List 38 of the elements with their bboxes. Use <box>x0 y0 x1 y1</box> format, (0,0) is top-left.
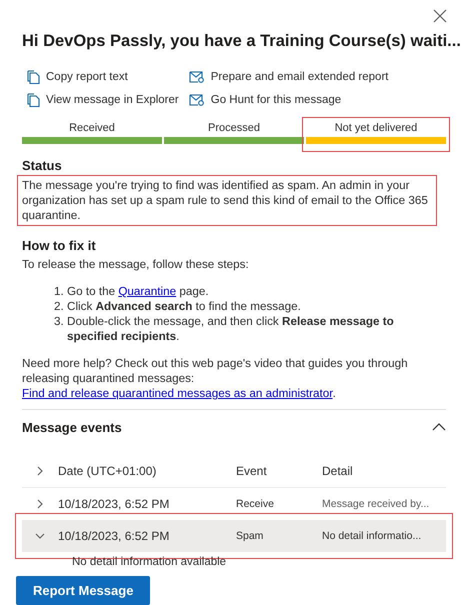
status-text: The message you're trying to find was identified as spam. An admin in your organization has set up a spam rule to send this kind of email to the Office 365 quarantine. <box>17 175 437 226</box>
table-cell-text: Spam <box>236 530 264 542</box>
stage-label: Received <box>69 122 115 134</box>
help-text: Need more help? Check out this web page's video that guides you through releasing quarantined messages: Find and release quarantined messages as an administrator. <box>22 356 409 401</box>
step-text: Click Advanced search to find the message. <box>67 299 301 314</box>
table-cell-text: Message received by... <box>322 498 430 510</box>
action-link[interactable]: Copy report text <box>27 70 179 84</box>
section-heading: Status <box>22 158 63 173</box>
column-header: Date (UTC+01:00) <box>58 464 158 478</box>
dialog-title: Hi DevOps Passly, you have a Training Course(s) waiti... <box>22 31 461 52</box>
quarantine-link[interactable]: Quarantine <box>118 285 176 298</box>
step-number: 2. <box>54 299 65 314</box>
column-header: Event <box>236 464 268 478</box>
table-cell-text: 10/18/2023, 6:52 PM <box>58 497 170 512</box>
instruction-text: To release the message, follow these steps: <box>22 257 250 272</box>
help-link[interactable]: Find and release quarantined messages as an administrator <box>22 387 333 400</box>
section-heading: How to fix it <box>22 238 97 253</box>
mail-settings-icon <box>188 71 205 83</box>
table-cell-text: No detail informatio... <box>322 530 422 542</box>
stage-label: Not yet delivered <box>334 122 418 134</box>
step-number: 3. <box>54 314 65 330</box>
section-heading: Message events <box>22 420 122 435</box>
table-cell-text: 10/18/2023, 6:52 PM <box>58 529 170 544</box>
detail-text: No detail information available <box>72 556 228 568</box>
column-header: Detail <box>322 464 354 478</box>
table-cell-text: Receive <box>236 498 275 510</box>
copy-icon <box>27 93 40 107</box>
report-message-button[interactable]: Report Message <box>16 576 150 605</box>
action-link[interactable]: Go Hunt for this message <box>188 93 388 107</box>
step-number: 1. <box>54 284 65 299</box>
step-text: Go to the Quarantine page. <box>67 284 209 299</box>
copy-icon <box>27 70 40 84</box>
stage-label: Processed <box>208 122 260 134</box>
action-link[interactable]: Prepare and email extended report <box>188 70 388 84</box>
collapse-toggle[interactable] <box>432 422 446 432</box>
step-text: Double-click the message, and then click Release message to specified recipients. <box>67 314 395 344</box>
mail-settings-icon <box>188 94 205 106</box>
action-link[interactable]: View message in Explorer <box>27 93 179 107</box>
